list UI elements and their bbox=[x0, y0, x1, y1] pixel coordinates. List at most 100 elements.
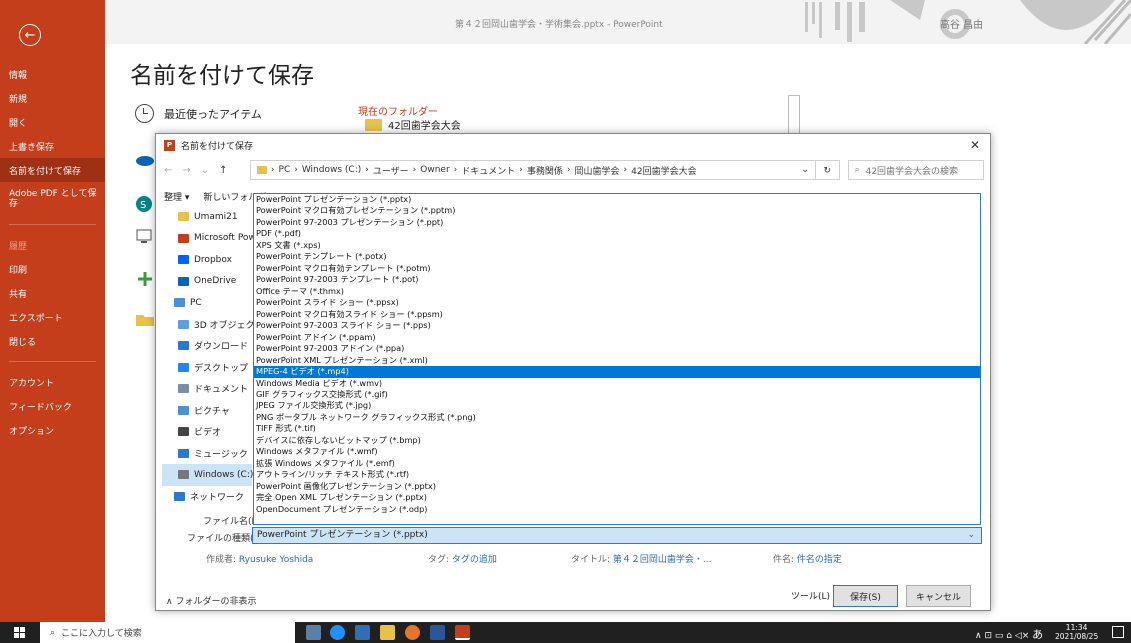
ime-indicator[interactable]: あ bbox=[1032, 628, 1043, 641]
sidebar-item-4[interactable]: 名前を付けて保存 bbox=[0, 158, 105, 182]
sidebar-item-11[interactable]: アカウント bbox=[0, 370, 105, 394]
breadcrumb-segment[interactable]: 事務関係 bbox=[527, 164, 563, 177]
forward-icon[interactable]: → bbox=[182, 165, 190, 176]
sidebar-item-13[interactable]: オプション bbox=[0, 418, 105, 442]
close-icon[interactable]: ✕ bbox=[970, 138, 980, 152]
address-bar[interactable]: › PC › Windows (C:) › ユーザー › Owner › ドキュメント › 事務関係 ›… bbox=[249, 160, 816, 180]
sidebar-item-8[interactable]: 共有 bbox=[0, 281, 105, 305]
filetype-option[interactable]: PowerPoint 画像化プレゼンテーション (*.pptx) bbox=[254, 481, 980, 492]
task-view-icon[interactable] bbox=[306, 625, 321, 640]
sidebar-item-9[interactable]: エクスポート bbox=[0, 305, 105, 329]
filetype-option[interactable]: PowerPoint アドイン (*.ppam) bbox=[254, 332, 980, 343]
filetype-option[interactable]: PNG ポータブル ネットワーク グラフィックス形式 (*.png) bbox=[254, 412, 980, 423]
breadcrumb-segment[interactable]: PC bbox=[279, 165, 291, 175]
tree-item[interactable]: 3D オブジェクト bbox=[162, 314, 264, 336]
filetype-option[interactable]: PowerPoint マクロ有効スライド ショー (*.ppsm) bbox=[254, 309, 980, 320]
tree-item[interactable]: ネットワーク bbox=[162, 486, 252, 508]
filetype-select[interactable]: PowerPoint プレゼンテーション (*.pptx) ⌄ bbox=[252, 527, 982, 544]
filetype-option[interactable]: XPS 文書 (*.xps) bbox=[254, 240, 980, 251]
recent-locations-icon[interactable]: ⌄ bbox=[201, 165, 209, 176]
refresh-icon[interactable]: ↻ bbox=[815, 160, 840, 180]
windows-start-icon[interactable] bbox=[14, 627, 25, 638]
current-folder-item[interactable]: 42回歯学会大会 bbox=[365, 117, 461, 132]
title-value[interactable]: 第４２回岡山歯学会・... bbox=[613, 555, 712, 565]
store-icon[interactable] bbox=[355, 625, 370, 640]
sidebar-item-5[interactable]: Adobe PDF として保存 bbox=[0, 182, 105, 216]
filetype-option[interactable]: PowerPoint マクロ有効テンプレート (*.potm) bbox=[254, 263, 980, 274]
edge-icon[interactable] bbox=[330, 625, 345, 640]
browse-folder-icon[interactable] bbox=[135, 310, 155, 328]
filetype-option[interactable]: アウトライン/リッチ テキスト形式 (*.rtf) bbox=[254, 469, 980, 480]
up-icon[interactable]: ↑ bbox=[219, 165, 227, 176]
breadcrumb-segment[interactable]: ユーザー bbox=[373, 164, 409, 177]
onedrive-icon[interactable] bbox=[135, 150, 155, 168]
sidebar-item-3[interactable]: 上書き保存 bbox=[0, 134, 105, 158]
back-arrow-icon[interactable]: ← bbox=[19, 24, 41, 46]
breadcrumb-segment[interactable]: 岡山歯学会 bbox=[575, 164, 620, 177]
this-pc-icon[interactable] bbox=[135, 228, 155, 246]
tree-item[interactable]: Dropbox bbox=[162, 249, 252, 271]
tag-value[interactable]: タグの追加 bbox=[452, 555, 497, 565]
tree-item[interactable]: PC bbox=[162, 292, 252, 314]
file-explorer-icon[interactable] bbox=[380, 625, 395, 640]
filetype-option[interactable]: Windows Media ビデオ (*.wmv) bbox=[254, 378, 980, 389]
filetype-option[interactable]: PowerPoint テンプレート (*.potx) bbox=[254, 251, 980, 262]
recent-items[interactable]: 最近使ったアイテム bbox=[135, 104, 262, 123]
sidebar-item-0[interactable]: 情報 bbox=[0, 62, 105, 86]
add-place-icon[interactable] bbox=[135, 270, 155, 288]
tree-item[interactable]: Windows (C:) bbox=[162, 464, 253, 486]
filetype-option[interactable]: Windows メタファイル (*.wmf) bbox=[254, 446, 980, 457]
tree-item[interactable]: ビデオ bbox=[162, 421, 252, 443]
subject-value[interactable]: 件名の指定 bbox=[797, 555, 842, 565]
user-name[interactable]: 高谷 昌由 bbox=[940, 16, 983, 31]
breadcrumb-segment[interactable]: Windows (C:) bbox=[302, 165, 361, 175]
filetype-option[interactable]: PowerPoint 97-2003 アドイン (*.ppa) bbox=[254, 343, 980, 354]
notification-icon[interactable] bbox=[1112, 626, 1124, 638]
filetype-option[interactable]: OpenDocument プレゼンテーション (*.odp) bbox=[254, 504, 980, 515]
filetype-option[interactable]: PowerPoint 97-2003 プレゼンテーション (*.ppt) bbox=[254, 217, 980, 228]
sharepoint-icon[interactable]: S bbox=[135, 195, 155, 213]
filetype-option[interactable]: 完全 Open XML プレゼンテーション (*.pptx) bbox=[254, 492, 980, 503]
filetype-option[interactable]: Office テーマ (*.thmx) bbox=[254, 286, 980, 297]
cancel-button[interactable]: キャンセル bbox=[906, 585, 971, 607]
breadcrumb-segment[interactable]: Owner bbox=[420, 165, 449, 175]
sidebar-item-1[interactable]: 新規 bbox=[0, 86, 105, 110]
sidebar-item-10[interactable]: 閉じる bbox=[0, 329, 105, 353]
taskbar-clock[interactable]: 11:34 2021/08/25 bbox=[1055, 623, 1098, 641]
filetype-option[interactable]: PowerPoint 97-2003 スライド ショー (*.pps) bbox=[254, 320, 980, 331]
organize-button[interactable]: 整理 ▾ bbox=[164, 190, 189, 203]
tree-item[interactable]: Umami21 bbox=[162, 206, 252, 228]
tree-item[interactable]: ドキュメント bbox=[162, 378, 252, 400]
chevron-down-icon[interactable]: ⌄ bbox=[801, 165, 815, 175]
breadcrumb-segment[interactable]: ドキュメント bbox=[461, 164, 515, 177]
hide-folders-button[interactable]: ∧ フォルダーの非表示 bbox=[166, 594, 256, 607]
tree-item[interactable]: デスクトップ bbox=[162, 357, 252, 379]
filetype-option[interactable]: PowerPoint 97-2003 テンプレート (*.pot) bbox=[254, 274, 980, 285]
tree-item[interactable]: OneDrive bbox=[162, 271, 252, 293]
filetype-option[interactable]: JPEG ファイル交換形式 (*.jpg) bbox=[254, 400, 980, 411]
filetype-option[interactable]: GIF グラフィックス交換形式 (*.gif) bbox=[254, 389, 980, 400]
filetype-option[interactable]: 拡張 Windows メタファイル (*.emf) bbox=[254, 458, 980, 469]
sidebar-item-2[interactable]: 開く bbox=[0, 110, 105, 134]
save-button[interactable]: 保存(S) bbox=[833, 585, 898, 607]
tree-item[interactable]: ミュージック bbox=[162, 443, 252, 465]
author-value[interactable]: Ryusuke Yoshida bbox=[239, 555, 313, 565]
filetype-option[interactable]: PowerPoint プレゼンテーション (*.pptx) bbox=[254, 194, 980, 205]
sidebar-item-7[interactable]: 印刷 bbox=[0, 257, 105, 281]
scrollbar[interactable] bbox=[788, 95, 800, 135]
filetype-option[interactable]: PowerPoint マクロ有効プレゼンテーション (*.pptm) bbox=[254, 205, 980, 216]
taskbar-search-input[interactable]: ⌕ ここに入力して検索 bbox=[40, 622, 295, 643]
breadcrumb-segment[interactable]: 42回歯学会大会 bbox=[631, 164, 696, 177]
tree-item[interactable]: ダウンロード bbox=[162, 335, 252, 357]
filetype-option[interactable]: TIFF 形式 (*.tif) bbox=[254, 423, 980, 434]
filetype-option[interactable]: MPEG-4 ビデオ (*.mp4) bbox=[254, 366, 980, 378]
system-tray[interactable]: ∧ ⊡ ▭ ⌂ ◁× あ bbox=[975, 626, 1043, 642]
search-input[interactable]: ⌕ 42回歯学会大会の検索 bbox=[847, 160, 984, 180]
filetype-option[interactable]: PDF (*.pdf) bbox=[254, 228, 980, 239]
filetype-option[interactable]: PowerPoint XML プレゼンテーション (*.xml) bbox=[254, 355, 980, 366]
filetype-option[interactable]: デバイスに依存しないビットマップ (*.bmp) bbox=[254, 435, 980, 446]
filetype-option[interactable]: PowerPoint スライド ショー (*.ppsx) bbox=[254, 297, 980, 308]
tools-button[interactable]: ツール(L) ▾ bbox=[791, 589, 837, 602]
word-icon[interactable] bbox=[430, 625, 445, 640]
sidebar-item-12[interactable]: フィードバック bbox=[0, 394, 105, 418]
